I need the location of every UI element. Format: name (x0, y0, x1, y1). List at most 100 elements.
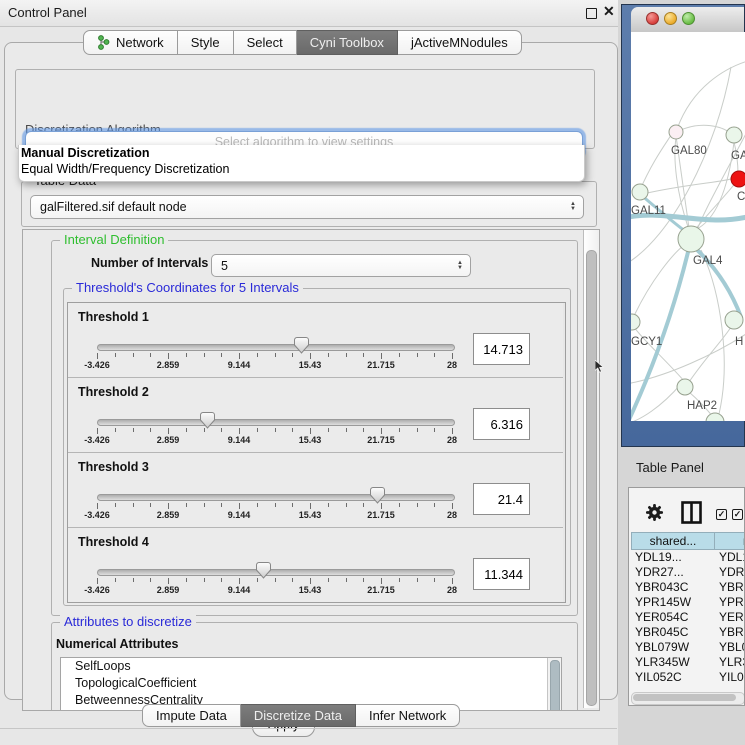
table-row[interactable]: YBR043C YBR0 (629, 580, 745, 595)
slider-thumb[interactable] (200, 412, 215, 429)
tab-cyni-toolbox[interactable]: Cyni Toolbox (297, 30, 398, 55)
cell-shared-name[interactable]: YLR345W (635, 655, 690, 669)
slider-track[interactable] (97, 419, 455, 426)
slider-track[interactable] (97, 569, 455, 576)
cell-name[interactable]: YDR2 (719, 565, 745, 579)
threshold-value-field[interactable]: 11.344 (473, 558, 530, 590)
network-canvas[interactable]: GAL80GACGAL11GAL4GCY1HHAP2 (631, 32, 745, 421)
float-window-icon[interactable] (586, 8, 597, 19)
network-node-gcy1[interactable] (631, 314, 640, 330)
slider-thumb[interactable] (256, 562, 271, 579)
tab-network[interactable]: Network (83, 30, 178, 55)
attributes-scrollbar[interactable] (547, 658, 561, 711)
tab-discretize-data-label: Discretize Data (254, 708, 342, 723)
minor-tick (257, 353, 258, 357)
table-row[interactable]: YDR27... YDR2 (629, 565, 745, 580)
minimize-traffic-light[interactable] (664, 12, 677, 25)
tab-discretize-data[interactable]: Discretize Data (241, 704, 356, 727)
zoom-traffic-light[interactable] (682, 12, 695, 25)
minor-tick (292, 578, 293, 582)
tick-label: 28 (447, 585, 457, 595)
table-data-combobox[interactable]: galFiltered.sif default node ▲▼ (30, 195, 584, 219)
cell-name[interactable]: YIL0 (719, 670, 744, 684)
table-row[interactable]: YER054C YER0 (629, 610, 745, 625)
network-window-titlebar[interactable] (631, 7, 744, 33)
cell-shared-name[interactable]: YER054C (635, 610, 688, 624)
network-node-ga[interactable] (726, 127, 742, 143)
cell-shared-name[interactable]: YDR27... (635, 565, 684, 579)
major-tick (310, 503, 311, 509)
network-node[interactable] (706, 413, 724, 421)
gear-icon[interactable] (645, 503, 664, 527)
cell-shared-name[interactable]: YBR043C (635, 580, 688, 594)
tab-impute-data[interactable]: Impute Data (142, 704, 241, 727)
network-node-hap2[interactable] (677, 379, 693, 395)
cell-shared-name[interactable]: YDL19... (635, 550, 682, 564)
cell-shared-name[interactable]: YBL079W (635, 640, 689, 654)
threshold-value-field[interactable]: 21.4 (473, 483, 530, 515)
table-row[interactable]: YBR045C YBR0 (629, 625, 745, 640)
split-columns-icon[interactable] (681, 501, 702, 529)
cell-name[interactable]: YBR0 (719, 625, 745, 639)
tab-jactivemnodules[interactable]: jActiveMNodules (398, 30, 522, 55)
cell-name[interactable]: YBL0 (719, 640, 745, 654)
threshold-label: Threshold 1 (78, 310, 149, 324)
table-row[interactable]: YLR345W YLR3 (629, 655, 745, 670)
network-node-c[interactable] (731, 171, 745, 187)
table-row[interactable]: YBL079W YBL0 (629, 640, 745, 655)
tab-infer-network[interactable]: Infer Network (356, 704, 460, 727)
table-hscrollbar-thumb[interactable] (633, 694, 736, 701)
minor-tick (292, 428, 293, 432)
minor-tick (133, 578, 134, 582)
minor-tick (346, 428, 347, 432)
major-tick (168, 353, 169, 359)
tab-select[interactable]: Select (234, 30, 297, 55)
checkbox-icon[interactable]: ✓ (732, 509, 743, 520)
mouse-cursor (595, 360, 605, 378)
slider-track[interactable] (97, 494, 455, 501)
table-row[interactable]: YDL19... YDL1 (629, 550, 745, 565)
number-of-intervals-combobox[interactable]: 5 ▲▼ (211, 254, 471, 277)
cell-shared-name[interactable]: YBR045C (635, 625, 688, 639)
cell-shared-name[interactable]: YIL052C (635, 670, 682, 684)
major-tick (97, 503, 98, 509)
minor-tick (434, 353, 435, 357)
minor-tick (328, 428, 329, 432)
settings-scrollbar-thumb[interactable] (586, 250, 597, 706)
network-node-gal4[interactable] (678, 226, 704, 252)
tick-label: 9.144 (228, 585, 251, 595)
cell-name[interactable]: YER0 (719, 610, 745, 624)
cell-name[interactable]: YLR3 (719, 655, 745, 669)
attribute-item[interactable]: SelfLoops (61, 658, 561, 675)
number-of-intervals-label: Number of Intervals (91, 256, 208, 270)
column-header-shared-name[interactable]: shared... (631, 532, 715, 550)
cell-name[interactable]: YDL1 (719, 550, 745, 564)
tab-style[interactable]: Style (178, 30, 234, 55)
attributes-scrollbar-thumb[interactable] (550, 660, 560, 711)
attribute-item[interactable]: TopologicalCoefficient (61, 675, 561, 692)
minor-tick (275, 428, 276, 432)
algorithm-option-equal-width[interactable]: Equal Width/Frequency Discretization (19, 161, 584, 177)
cell-name[interactable]: YPR1 (719, 595, 745, 609)
table-row[interactable]: YPR145W YPR1 (629, 595, 745, 610)
network-node-h[interactable] (725, 311, 743, 329)
cell-shared-name[interactable]: YPR145W (635, 595, 691, 609)
checkbox-icon[interactable]: ✓ (716, 509, 727, 520)
threshold-value-field[interactable]: 14.713 (473, 333, 530, 365)
table-horizontal-scrollbar[interactable] (631, 692, 745, 705)
column-header-name[interactable]: na (714, 532, 745, 550)
close-icon[interactable]: ✕ (603, 3, 615, 20)
threshold-value-field[interactable]: 6.316 (473, 408, 530, 440)
algorithm-option-manual[interactable]: Manual Discretization (19, 145, 584, 161)
table-row[interactable]: YIL052C YIL0 (629, 670, 745, 685)
close-traffic-light[interactable] (646, 12, 659, 25)
settings-scrollbar[interactable] (583, 230, 599, 708)
cell-name[interactable]: YBR0 (719, 580, 745, 594)
slider-track[interactable] (97, 344, 455, 351)
network-node-gal80[interactable] (669, 125, 683, 139)
minor-tick (204, 353, 205, 357)
slider-thumb[interactable] (370, 487, 385, 504)
slider-thumb[interactable] (294, 337, 309, 354)
minor-tick (257, 428, 258, 432)
network-node-gal11[interactable] (632, 184, 648, 200)
